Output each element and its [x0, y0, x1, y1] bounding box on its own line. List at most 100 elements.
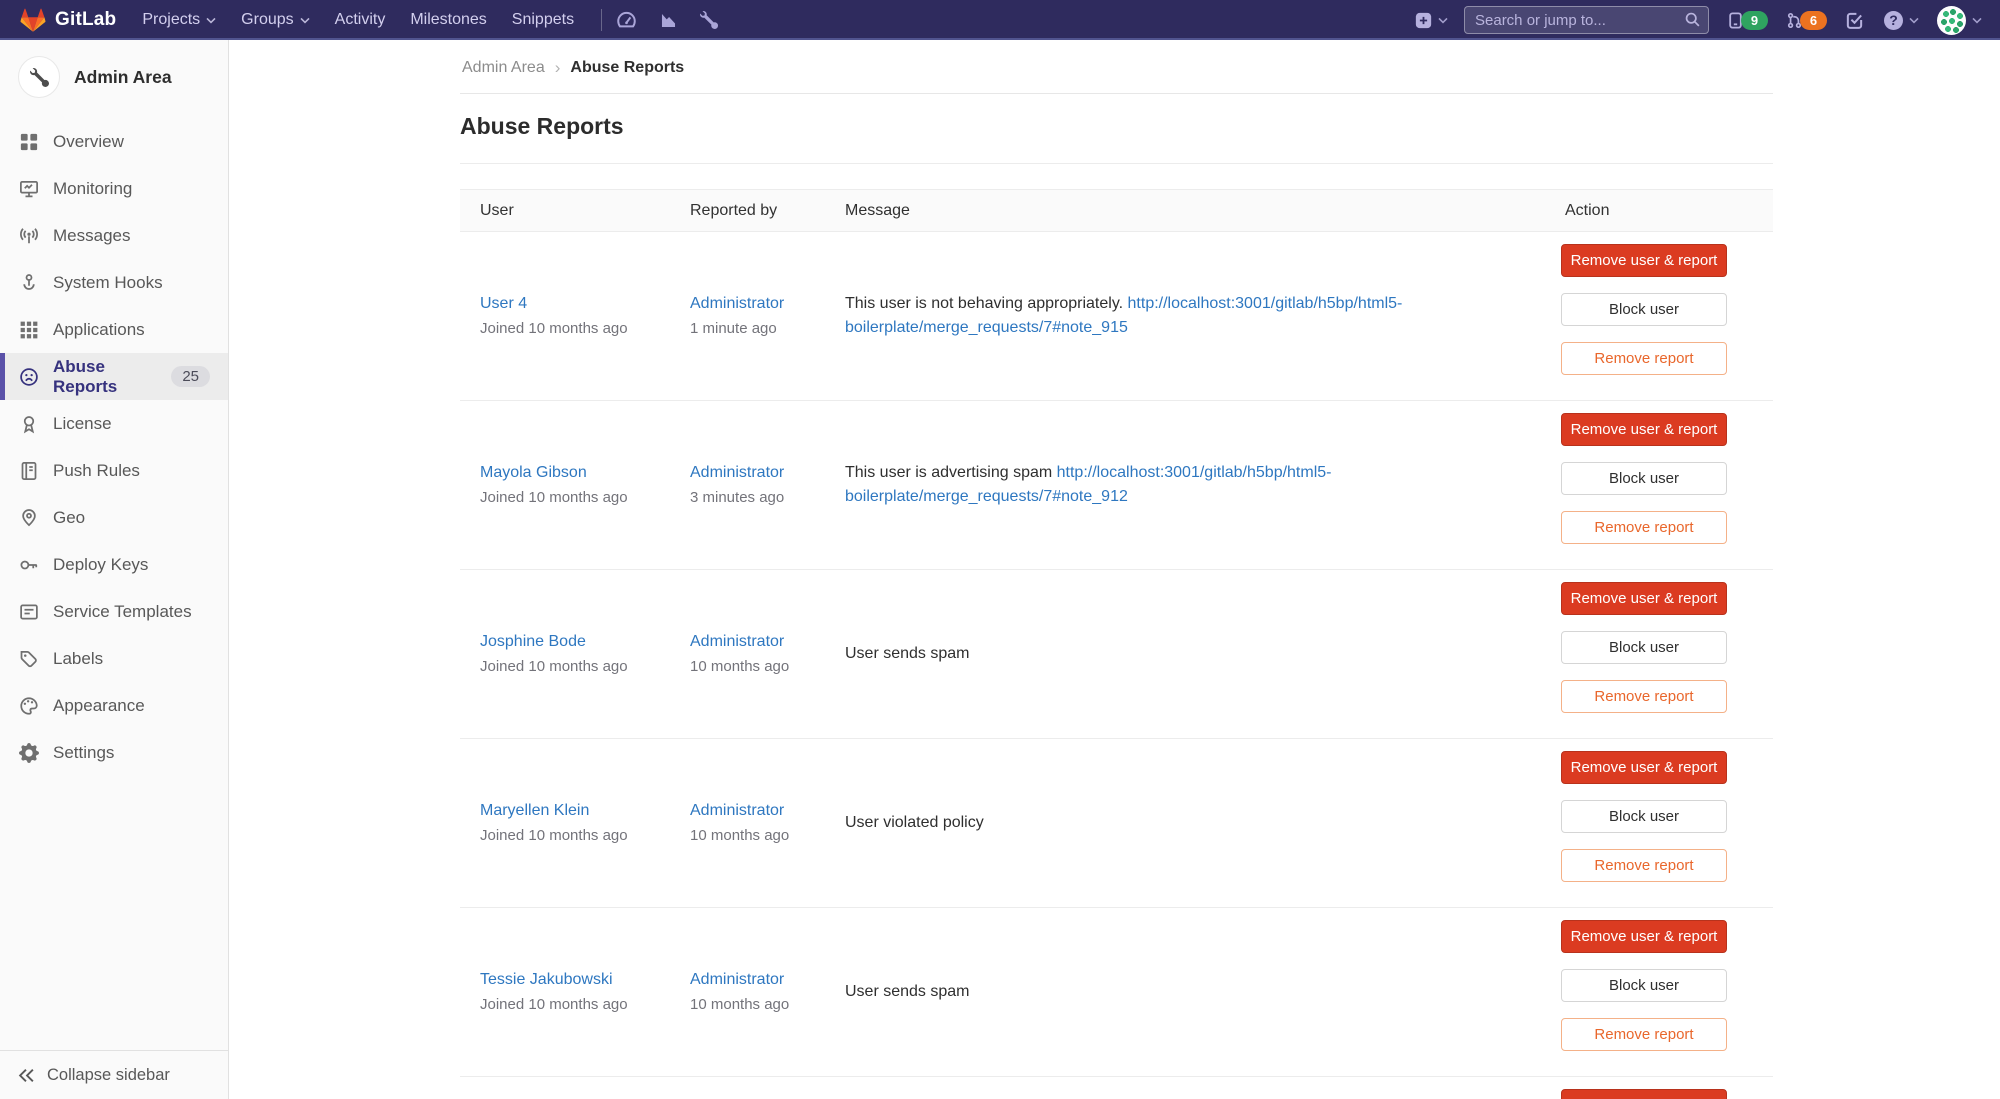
gitlab-home-link[interactable]: GitLab: [20, 8, 116, 33]
user-link[interactable]: Mayola Gibson: [480, 464, 587, 482]
remove-user-and-report-button[interactable]: Remove user & report: [1561, 1089, 1727, 1099]
action-cell: Remove user & report Block user Remove r…: [1551, 908, 1773, 1051]
remove-report-button[interactable]: Remove report: [1561, 849, 1727, 882]
block-user-button[interactable]: Block user: [1561, 462, 1727, 495]
reporter-link[interactable]: Administrator: [690, 802, 784, 820]
remove-report-button[interactable]: Remove report: [1561, 511, 1727, 544]
block-user-button[interactable]: Block user: [1561, 293, 1727, 326]
messages-icon: [18, 225, 40, 247]
sidebar-item-labels[interactable]: Labels: [0, 635, 228, 682]
sidebar-context-header[interactable]: Admin Area: [0, 40, 228, 110]
new-menu-button[interactable]: [1415, 12, 1448, 29]
abuse-report-row: Josphine Bode Joined 10 months ago Admin…: [460, 570, 1773, 739]
user-menu-button[interactable]: [1937, 6, 1982, 35]
reporter-link[interactable]: Administrator: [690, 633, 784, 651]
sidebar-item-label: Labels: [53, 649, 103, 669]
dashboard-icon[interactable]: [616, 10, 637, 31]
sidebar-item-label: Overview: [53, 132, 124, 152]
service-templates-icon: [18, 601, 40, 623]
brand-name: GitLab: [55, 9, 116, 31]
sidebar-item-system-hooks[interactable]: System Hooks: [0, 259, 228, 306]
remove-report-button[interactable]: Remove report: [1561, 342, 1727, 375]
nav-link-activity[interactable]: Activity: [335, 11, 386, 29]
reported-by-cell: Administrator 1 minute ago: [690, 295, 845, 337]
system-hooks-icon: [18, 272, 40, 294]
issues-counter[interactable]: 9: [1727, 11, 1768, 30]
sidebar-item-abuse-reports[interactable]: Abuse Reports 25: [0, 353, 228, 400]
sidebar-item-monitoring[interactable]: Monitoring: [0, 165, 228, 212]
sidebar-item-applications[interactable]: Applications: [0, 306, 228, 353]
sidebar-item-settings[interactable]: Settings: [0, 729, 228, 776]
block-user-button[interactable]: Block user: [1561, 969, 1727, 1002]
nav-link-groups[interactable]: Groups: [241, 11, 309, 29]
collapse-sidebar-button[interactable]: Collapse sidebar: [0, 1050, 228, 1099]
merge-requests-counter[interactable]: 6: [1786, 11, 1827, 30]
abuse-report-row: Mayola Gibson Joined 10 months ago Admin…: [460, 401, 1773, 570]
sidebar-item-label: License: [53, 414, 112, 434]
sidebar-item-push-rules[interactable]: Push Rules: [0, 447, 228, 494]
navbar-right: 9 6 ?: [1415, 6, 1982, 35]
sidebar-item-appearance[interactable]: Appearance: [0, 682, 228, 729]
user-cell: Maryellen Klein Joined 10 months ago: [460, 802, 690, 844]
help-menu-button[interactable]: ?: [1884, 11, 1919, 30]
remove-user-and-report-button[interactable]: Remove user & report: [1561, 920, 1727, 953]
sidebar-context-title: Admin Area: [74, 67, 172, 88]
breadcrumb-admin-area-link[interactable]: Admin Area: [462, 59, 545, 77]
user-link[interactable]: User 4: [480, 295, 527, 313]
navbar-divider: [601, 9, 602, 31]
message-text: User sends spam: [845, 983, 970, 1000]
plus-square-icon: [1415, 12, 1432, 29]
block-user-button[interactable]: Block user: [1561, 631, 1727, 664]
user-cell: Mayola Gibson Joined 10 months ago: [460, 464, 690, 506]
geo-icon: [18, 507, 40, 529]
user-link[interactable]: Josphine Bode: [480, 633, 586, 651]
sidebar-item-overview[interactable]: Overview: [0, 118, 228, 165]
search-input[interactable]: [1464, 6, 1709, 34]
remove-user-and-report-button[interactable]: Remove user & report: [1561, 751, 1727, 784]
nav-link-snippets[interactable]: Snippets: [512, 11, 574, 29]
nav-link-projects[interactable]: Projects: [142, 11, 216, 29]
sidebar-item-label: Service Templates: [53, 602, 192, 622]
remove-report-button[interactable]: Remove report: [1561, 680, 1727, 713]
sidebar-item-label: Push Rules: [53, 461, 140, 481]
action-cell: Remove user & report Block user Remove r…: [1551, 1077, 1773, 1099]
remove-user-and-report-button[interactable]: Remove user & report: [1561, 582, 1727, 615]
remove-report-button[interactable]: Remove report: [1561, 1018, 1727, 1051]
column-header-reported-by: Reported by: [690, 202, 845, 220]
admin-wrench-icon[interactable]: [700, 11, 718, 29]
message-cell: User sends spam: [845, 642, 1551, 666]
sidebar-item-label: Geo: [53, 508, 85, 528]
nav-link-label: Activity: [335, 11, 386, 29]
sidebar-item-count-badge: 25: [171, 366, 210, 387]
sidebar-item-label: System Hooks: [53, 273, 163, 293]
reporter-link[interactable]: Administrator: [690, 464, 784, 482]
sidebar-nav: Overview Monitoring Messages System Hook…: [0, 118, 228, 776]
issues-count-badge: 9: [1741, 11, 1768, 30]
reporter-link[interactable]: Administrator: [690, 971, 784, 989]
user-link[interactable]: Maryellen Klein: [480, 802, 589, 820]
charts-icon[interactable]: [659, 11, 678, 30]
sidebar-item-messages[interactable]: Messages: [0, 212, 228, 259]
reported-by-cell: Administrator 10 months ago: [690, 971, 845, 1013]
nav-link-milestones[interactable]: Milestones: [410, 11, 486, 29]
sidebar-item-label: Appearance: [53, 696, 145, 716]
sidebar-item-license[interactable]: License: [0, 400, 228, 447]
admin-area-wrench-icon: [18, 56, 60, 98]
sidebar-item-service-templates[interactable]: Service Templates: [0, 588, 228, 635]
action-cell: Remove user & report Block user Remove r…: [1551, 570, 1773, 713]
todos-icon[interactable]: [1845, 11, 1864, 30]
column-header-action: Action: [1551, 202, 1773, 220]
sidebar-item-geo[interactable]: Geo: [0, 494, 228, 541]
block-user-button[interactable]: Block user: [1561, 800, 1727, 833]
chevron-down-icon: [1972, 17, 1982, 24]
user-avatar: [1937, 6, 1966, 35]
remove-user-and-report-button[interactable]: Remove user & report: [1561, 413, 1727, 446]
reported-by-cell: Administrator 10 months ago: [690, 802, 845, 844]
navbar-links: Projects Groups Activity Milestones Snip…: [142, 11, 599, 29]
remove-user-and-report-button[interactable]: Remove user & report: [1561, 244, 1727, 277]
report-time-text: 10 months ago: [690, 658, 845, 675]
user-link[interactable]: Tessie Jakubowski: [480, 971, 613, 989]
reporter-link[interactable]: Administrator: [690, 295, 784, 313]
user-cell: User 4 Joined 10 months ago: [460, 295, 690, 337]
sidebar-item-deploy-keys[interactable]: Deploy Keys: [0, 541, 228, 588]
